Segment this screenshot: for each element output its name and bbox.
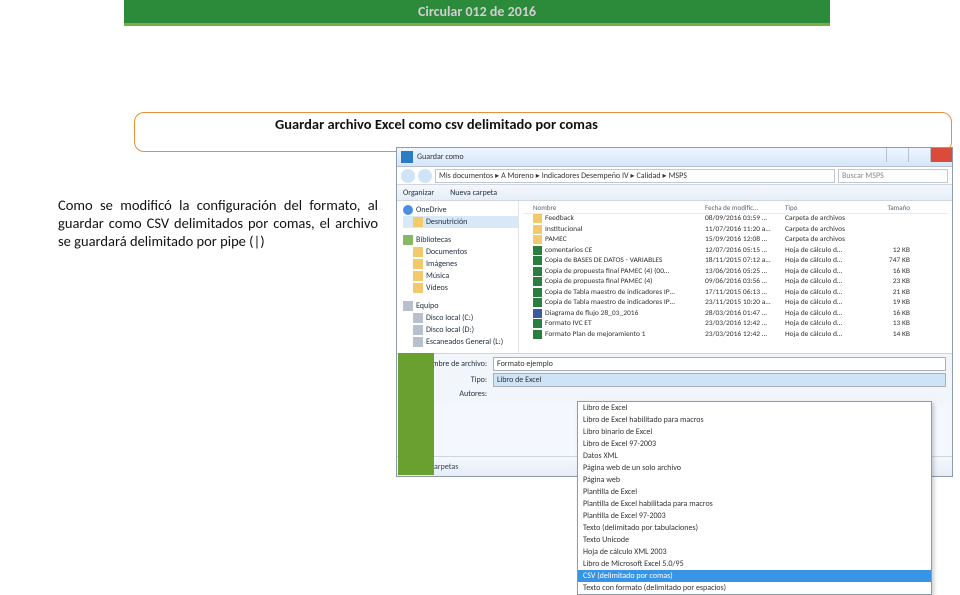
excel-file-icon bbox=[533, 319, 542, 328]
folder-icon bbox=[413, 283, 423, 293]
nav-forward-button[interactable] bbox=[418, 169, 432, 183]
type-option[interactable]: Libro de Excel 97-2003 bbox=[578, 438, 931, 450]
dialog-toolbar: Organizar Nueva carpeta bbox=[397, 185, 952, 201]
excel-file-icon bbox=[533, 298, 542, 307]
type-option[interactable]: Página web de un solo archivo bbox=[578, 462, 931, 474]
sidebar-onedrive[interactable]: OneDrive bbox=[403, 204, 518, 216]
subheading-box: Guardar archivo Excel como csv delimitad… bbox=[134, 112, 952, 152]
visio-file-icon bbox=[533, 309, 542, 318]
folder-icon bbox=[413, 247, 423, 257]
sidebar-videos[interactable]: Vídeos bbox=[403, 282, 518, 294]
drive-icon bbox=[413, 325, 423, 335]
close-button[interactable] bbox=[930, 148, 952, 162]
folder-icon bbox=[413, 271, 423, 281]
search-placeholder: Buscar MSPS bbox=[842, 171, 884, 181]
file-row[interactable]: comentarios CE12/07/2016 05:15 …Hoja de … bbox=[523, 245, 948, 256]
excel-file-icon bbox=[533, 330, 542, 339]
type-option[interactable]: Plantilla de Excel habilitada para macro… bbox=[578, 498, 931, 510]
path-seg[interactable]: A Moreno bbox=[501, 171, 534, 181]
folder-icon bbox=[533, 235, 542, 244]
dialog-titlebar: Guardar como bbox=[397, 148, 952, 167]
type-option[interactable]: Hoja de cálculo XML 2003 bbox=[578, 546, 931, 558]
green-accent-strip bbox=[398, 353, 434, 475]
type-option[interactable]: Libro de Excel habilitado para macros bbox=[578, 414, 931, 426]
file-row[interactable]: Copia de propuesta final PAMEC (4)09/06/… bbox=[523, 277, 948, 288]
cloud-icon bbox=[403, 205, 413, 215]
type-option[interactable]: CSV (delimitado por comas) bbox=[578, 570, 931, 582]
search-input[interactable]: Buscar MSPS bbox=[838, 169, 948, 183]
file-row[interactable]: Copia de Tabla maestro de indicadores IP… bbox=[523, 298, 948, 309]
file-row[interactable]: Institucional11/07/2016 11:20 a…Carpeta … bbox=[523, 224, 948, 235]
drive-icon bbox=[413, 313, 423, 323]
type-option[interactable]: Libro de Microsoft Excel 5.0/95 bbox=[578, 558, 931, 570]
sidebar-drive-l[interactable]: Escaneados General (L:) bbox=[403, 336, 518, 348]
type-option[interactable]: Texto (delimitado por tabulaciones) bbox=[578, 522, 931, 534]
file-row[interactable]: Copia de Tabla maestro de indicadores IP… bbox=[523, 287, 948, 298]
type-option[interactable]: Libro de Excel bbox=[578, 402, 931, 414]
sidebar-drive-d[interactable]: Disco local (D:) bbox=[403, 324, 518, 336]
excel-file-icon bbox=[533, 277, 542, 286]
type-dropdown-list[interactable]: Libro de ExcelLibro de Excel habilitado … bbox=[577, 401, 932, 595]
breadcrumb-bar: Mis documentos▸ A Moreno▸ Indicadores De… bbox=[397, 167, 952, 185]
sidebar-folder-desnutricion[interactable]: Desnutrición bbox=[403, 216, 518, 228]
excel-file-icon bbox=[533, 288, 542, 297]
file-row[interactable]: Copia de BASES DE DATOS - VARIABLES18/11… bbox=[523, 256, 948, 267]
folder-icon bbox=[533, 225, 542, 234]
sidebar-documents[interactable]: Documentos bbox=[403, 246, 518, 258]
nav-back-button[interactable] bbox=[401, 169, 415, 183]
file-row[interactable]: Formato Plan de mejoramiento 123/03/2016… bbox=[523, 329, 948, 340]
type-option[interactable]: Plantilla de Excel bbox=[578, 486, 931, 498]
dialog-title: Guardar como bbox=[417, 152, 464, 162]
sidebar-libraries[interactable]: Bibliotecas bbox=[403, 234, 518, 246]
file-row[interactable]: Diagrama de flujo 28_03_201628/03/2016 0… bbox=[523, 308, 948, 319]
path-seg[interactable]: Indicadores Desempeño IV bbox=[542, 171, 629, 181]
excel-file-icon bbox=[533, 256, 542, 265]
subheading-text: Guardar archivo Excel como csv delimitad… bbox=[275, 115, 598, 133]
organize-button[interactable]: Organizar bbox=[403, 188, 434, 198]
type-option[interactable]: Página web bbox=[578, 474, 931, 486]
type-option[interactable]: Plantilla de Excel 97-2003 bbox=[578, 510, 931, 522]
save-as-dialog: Guardar como Mis documentos▸ A Moreno▸ I… bbox=[396, 147, 953, 477]
folder-icon bbox=[533, 214, 542, 223]
file-row[interactable]: PAMEC15/09/2016 12:08 …Carpeta de archiv… bbox=[523, 235, 948, 246]
path-seg[interactable]: Mis documentos bbox=[439, 171, 493, 181]
file-row[interactable]: Formato IVC ET23/03/2016 12:42 …Hoja de … bbox=[523, 319, 948, 330]
explanation-text: Como se modificó la configuración del fo… bbox=[58, 196, 378, 250]
excel-file-icon bbox=[533, 267, 542, 276]
type-option[interactable]: Texto Unicode bbox=[578, 534, 931, 546]
header-title: Circular 012 de 2016 bbox=[418, 3, 536, 20]
sidebar-drive-c[interactable]: Disco local (C:) bbox=[403, 312, 518, 324]
drive-icon bbox=[413, 337, 423, 347]
minimize-button[interactable] bbox=[886, 148, 908, 162]
dialog-bottom: Nombre de archivo: Formato ejemplo Tipo:… bbox=[397, 353, 952, 404]
file-row[interactable]: Copia de propuesta final PAMEC (4) (00…1… bbox=[523, 266, 948, 277]
sidebar-tree: OneDrive Desnutrición Bibliotecas Docume… bbox=[397, 201, 519, 353]
header-bar: Circular 012 de 2016 bbox=[124, 0, 830, 26]
excel-file-icon bbox=[533, 246, 542, 255]
type-option[interactable]: Datos XML bbox=[578, 450, 931, 462]
computer-icon bbox=[403, 301, 413, 311]
file-row[interactable]: Feedback08/09/2016 03:59 …Carpeta de arc… bbox=[523, 214, 948, 225]
path-seg[interactable]: Calidad bbox=[637, 171, 661, 181]
maximize-button[interactable] bbox=[908, 148, 930, 162]
path-seg[interactable]: MSPS bbox=[669, 171, 687, 181]
sidebar-images[interactable]: Imágenes bbox=[403, 258, 518, 270]
library-icon bbox=[403, 235, 413, 245]
type-select[interactable]: Libro de Excel bbox=[493, 373, 946, 387]
path-segments[interactable]: Mis documentos▸ A Moreno▸ Indicadores De… bbox=[435, 169, 835, 183]
sidebar-music[interactable]: Música bbox=[403, 270, 518, 282]
type-option[interactable]: Texto con formato (delimitado por espaci… bbox=[578, 582, 931, 594]
folder-icon bbox=[413, 259, 423, 269]
folder-icon bbox=[413, 217, 423, 227]
file-list-header: Nombre Fecha de modific… Tipo Tamaño bbox=[523, 203, 948, 214]
excel-icon bbox=[401, 151, 413, 163]
filename-input[interactable]: Formato ejemplo bbox=[493, 357, 946, 371]
new-folder-button[interactable]: Nueva carpeta bbox=[450, 188, 497, 198]
sidebar-computer[interactable]: Equipo bbox=[403, 300, 518, 312]
type-option[interactable]: Libro binario de Excel bbox=[578, 426, 931, 438]
file-list: Nombre Fecha de modific… Tipo Tamaño Fee… bbox=[519, 201, 952, 353]
